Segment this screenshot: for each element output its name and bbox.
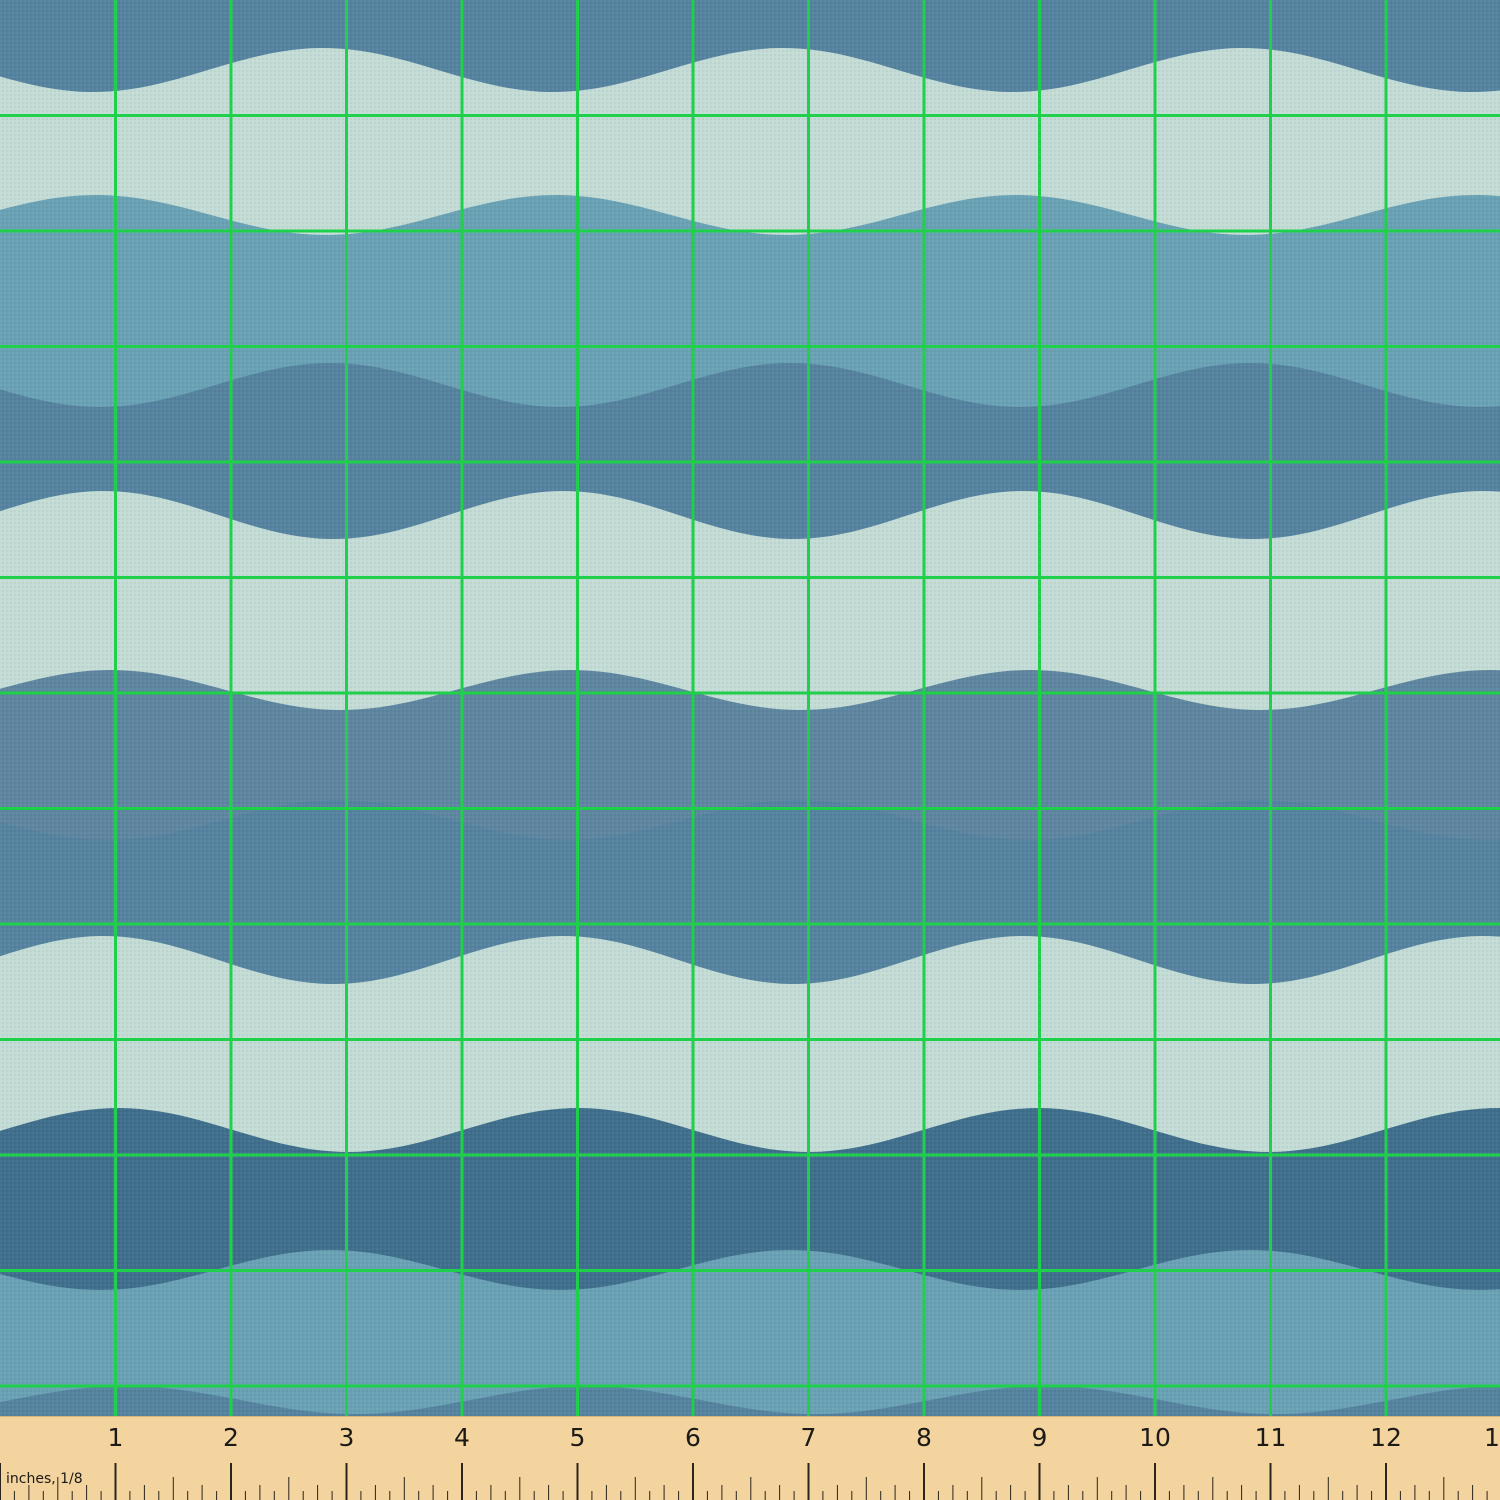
fabric-texture — [0, 0, 1500, 1416]
ruler-number: 5 — [569, 1423, 586, 1452]
ruler-number: 7 — [800, 1423, 817, 1452]
ruler-number: 6 — [685, 1423, 701, 1452]
ruler-number: 4 — [454, 1423, 470, 1452]
ruler-number: 1 — [107, 1423, 124, 1452]
ruler-number: 8 — [916, 1423, 932, 1452]
ruler-number: 12 — [1370, 1423, 1402, 1452]
wave-pattern-fabric — [0, 0, 1500, 1416]
ruler-number: 9 — [1031, 1423, 1048, 1452]
measuring-ruler: inches, 1/8 1 2 3 4 5 6 7 8 9 10 11 12 1 — [0, 1416, 1500, 1500]
fabric-product-photo: inches, 1/8 1 2 3 4 5 6 7 8 9 10 11 12 1 — [0, 0, 1500, 1500]
ruler-unit-label: inches, 1/8 — [6, 1471, 83, 1487]
ruler-number: 3 — [338, 1423, 355, 1452]
ruler-number: 10 — [1139, 1423, 1171, 1452]
ruler-number: 1 — [1484, 1423, 1500, 1452]
ruler-number: 11 — [1254, 1423, 1287, 1452]
ruler-number: 2 — [223, 1423, 239, 1452]
